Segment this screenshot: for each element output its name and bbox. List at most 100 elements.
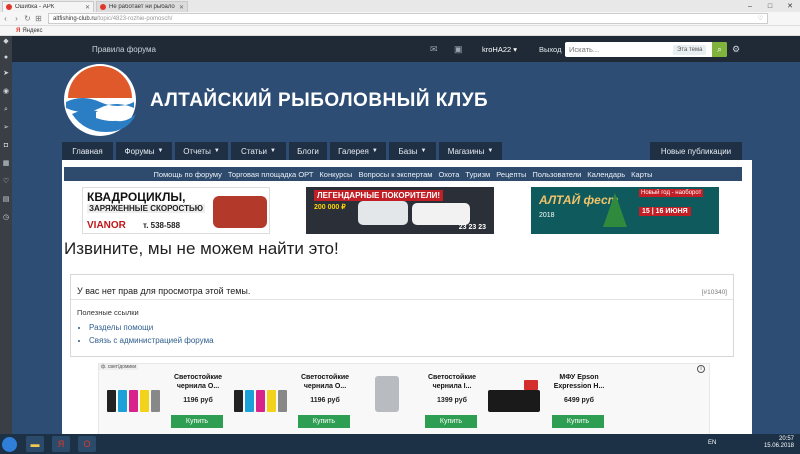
reload-icon[interactable]: ↻ [22,14,33,23]
banner-quads[interactable]: КВАДРОЦИКЛЫ, ЗАРЯЖЕННЫЕ СКОРОСТЬЮ VIANOR… [82,187,270,234]
forum-top-bar: Правила форума ✉ ▣ kroHA22 ▾ Выход Эта т… [12,36,800,62]
speed-dial-icon[interactable]: ⊞ [33,14,44,23]
nav-forums[interactable]: Форумы ▼ [116,142,172,160]
ink-bottles-image [230,372,290,412]
bookmark-heart-icon[interactable]: ♡ [758,15,763,22]
quad-bike-image [213,196,267,228]
help-sections-link[interactable]: Разделы помощи [89,323,153,332]
opera-sidebar: ◆ ● ➤ ◉ ⌕ ➢ ◘ ▦ ♡ ▤ ◷ [0,36,12,434]
caret-down-icon: ▼ [157,148,164,154]
buy-button[interactable]: Купить [298,415,350,428]
gear-icon[interactable]: ⚙ [732,44,740,55]
contact-admin-link[interactable]: Связь с администрацией форума [89,336,214,345]
caret-down-icon: ▼ [269,148,276,154]
start-button[interactable] [2,437,17,452]
language-indicator[interactable]: EN [708,440,716,446]
search-icon[interactable]: ⌕ [2,106,10,114]
cat-recipes[interactable]: Рецепты [496,170,526,179]
nav-gallery[interactable]: Галерея ▼ [330,142,386,160]
cat-tourism[interactable]: Туризм [465,170,490,179]
browser-tab-active[interactable]: Ошибка - АРК ✕ [2,1,94,12]
whatsapp-icon[interactable]: ● [2,54,10,62]
camera-icon[interactable]: ◘ [2,142,10,150]
ad-item[interactable]: Светостойкие чернила О... 1196 руб Купит… [230,370,360,436]
maximize-icon[interactable]: □ [760,3,780,10]
notifications-icon[interactable]: ▣ [454,44,463,55]
browser-tab[interactable]: Не работает ни рыбало ✕ [96,1,188,12]
ad-block: ф. свет/домики i Светостойкие чернила О.… [98,363,710,436]
ink-pouch-image [357,372,417,412]
car-image [358,201,408,225]
yandex-browser-icon[interactable]: Я [52,436,70,452]
messages-icon[interactable]: ✉ [430,44,438,55]
error-code: [#10340] [701,289,727,296]
fish-logo[interactable] [62,62,148,140]
ad-item[interactable]: Светостойкие чернила О... 1196 руб Купит… [103,370,233,436]
cat-contests[interactable]: Конкурсы [319,170,352,179]
buy-button[interactable]: Купить [425,415,477,428]
list-item: Разделы помощи [89,323,214,332]
clock[interactable]: 20:57 15.06.2018 [764,436,794,450]
windows-taskbar: ▬ Я O EN 20:57 15.06.2018 [0,434,800,454]
window-controls: – □ ✕ [740,0,800,12]
search-submit-icon[interactable]: ⌕ [712,42,727,57]
cat-maps[interactable]: Карты [631,170,652,179]
user-menu[interactable]: kroHA22 ▾ [482,45,517,54]
file-explorer-icon[interactable]: ▬ [26,436,44,452]
banner-toyota[interactable]: ЛЕГЕНДАРНЫЕ ПОКОРИТЕЛИ! 200 000 ₽ 23 23 … [306,187,494,234]
site-title[interactable]: АЛТАЙСКИЙ РЫБОЛОВНЫЙ КЛУБ [150,90,488,112]
apps-icon[interactable]: ▦ [2,160,10,168]
vk-icon[interactable]: ◆ [2,38,10,46]
history-icon[interactable]: ◷ [2,214,10,222]
caret-down-icon: ▼ [213,148,220,154]
messenger-icon[interactable]: ◉ [2,88,10,96]
nav-blogs[interactable]: Блоги [289,142,327,160]
cat-help[interactable]: Помощь по форуму [153,170,221,179]
minimize-icon[interactable]: – [740,3,760,10]
caret-down-icon: ▼ [371,148,378,154]
banner-altai-fest[interactable]: АЛТАЙ фест 2018 Новый год - наоборот 15 … [531,187,719,234]
url-field[interactable]: altfishing-club.ru/topic/4823-rozhie-pom… [48,13,768,24]
cat-users[interactable]: Пользователи [532,170,581,179]
forum-rules-link[interactable]: Правила форума [92,45,156,54]
ad-item[interactable]: МФУ Epson Expression H... 6499 руб Купит… [484,370,614,436]
opera-browser-icon[interactable]: O [78,436,96,452]
tree-image [603,193,627,227]
heart-icon[interactable]: ♡ [2,178,10,186]
buy-button[interactable]: Купить [171,415,223,428]
yandex-icon: Я [16,27,21,34]
useful-links-list: Разделы помощи Связь с администрацией фо… [89,323,214,349]
logout-link[interactable]: Выход [539,45,561,54]
cat-hunting[interactable]: Охота [438,170,459,179]
main-nav: Главная Форумы ▼ Отчеты ▼ Статьи ▼ Блоги Га… [62,142,742,160]
info-icon[interactable]: i [697,365,705,373]
news-icon[interactable]: ▤ [2,196,10,204]
nav-reports[interactable]: Отчеты ▼ [175,142,228,160]
telegram-icon[interactable]: ➤ [2,70,10,78]
opera-icon [6,4,12,10]
browser-tab-bar: Ошибка - АРК ✕ Не работает ни рыбало ✕ –… [0,0,800,12]
cat-marketplace[interactable]: Торговая площадка ОРТ [228,170,314,179]
close-tab-icon[interactable]: ✕ [179,4,184,11]
bookmark-yandex[interactable]: Яндекс [22,28,42,34]
search-scope-button[interactable]: Эта тема [673,44,707,55]
car-image [412,203,470,225]
nav-new-publications[interactable]: Новые публикации [650,142,742,160]
banner-row: КВАДРОЦИКЛЫ, ЗАРЯЖЕННЫЕ СКОРОСТЬЮ VIANOR… [82,187,742,234]
cat-experts[interactable]: Вопросы к экспертам [358,170,432,179]
send-icon[interactable]: ➢ [2,124,10,132]
forward-icon[interactable]: › [11,14,22,23]
nav-home[interactable]: Главная [62,142,113,160]
close-window-icon[interactable]: ✕ [780,2,800,10]
search-input[interactable] [565,43,673,56]
cat-calendar[interactable]: Календарь [587,170,625,179]
nav-articles[interactable]: Статьи ▼ [231,142,286,160]
buy-button[interactable]: Купить [552,415,604,428]
ad-item[interactable]: Светостойкие чернила I... 1399 руб Купит… [357,370,487,436]
back-icon[interactable]: ‹ [0,14,11,23]
error-message-box: У вас нет прав для просмотра этой темы. … [70,274,734,357]
caret-down-icon: ▼ [487,148,494,154]
nav-bases[interactable]: Базы ▼ [389,142,436,160]
close-tab-icon[interactable]: ✕ [85,4,90,11]
nav-shops[interactable]: Магазины ▼ [439,142,502,160]
